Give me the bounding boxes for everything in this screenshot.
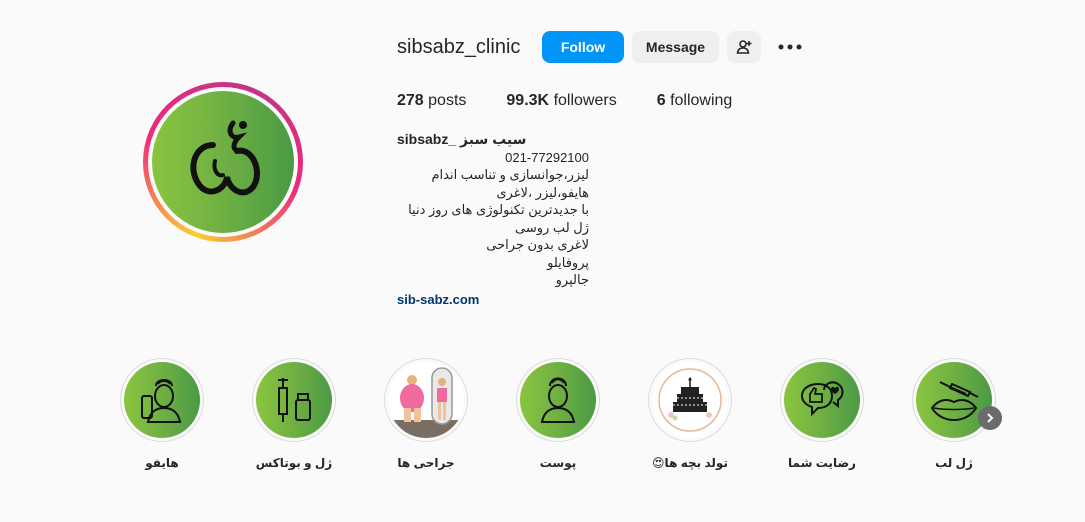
following-stat[interactable]: 6 following — [657, 92, 733, 110]
profile-bio: sibsabz_ سیب سبز 021-77292100 لیزر،جوانس… — [397, 131, 589, 308]
highlight-item[interactable]: رضایت شما — [772, 358, 872, 470]
bio-line: هایفو،لیزر ،لاغری — [496, 184, 589, 200]
highlight-ring — [252, 358, 336, 442]
message-button[interactable]: Message — [632, 31, 719, 63]
profile-stats: 278 posts 99.3K followers 6 following — [397, 92, 772, 110]
followers-stat[interactable]: 99.3K followers — [506, 92, 616, 110]
highlight-label: تولد بچه ها😍 — [652, 456, 728, 470]
highlight-label: هایفو — [145, 456, 179, 470]
avatar-border — [148, 87, 298, 237]
face-profile-icon — [540, 377, 576, 423]
sibsabz-logo-icon — [190, 120, 260, 196]
bio-line: لیزر،جوانسازی و تناسب اندام — [431, 167, 589, 182]
highlight-label: ژل و بوتاکس — [255, 456, 333, 470]
highlight-label: رضایت شما — [788, 456, 856, 470]
bio-line: پروفایلو — [547, 254, 589, 270]
highlight-cover — [256, 362, 332, 438]
add-user-icon — [736, 40, 752, 54]
following-count: 6 — [656, 92, 666, 109]
posts-label: posts — [428, 92, 467, 109]
highlight-item[interactable]: هایفو — [112, 358, 212, 470]
bio-line: لاغری بدون جراحی — [486, 237, 589, 252]
highlight-cover — [388, 362, 464, 438]
profile-avatar-ring[interactable] — [143, 82, 303, 242]
thumbs-up-heart-icon — [800, 381, 844, 417]
highlight-ring — [384, 358, 468, 442]
highlight-item[interactable]: جراحی ها — [376, 358, 476, 470]
highlight-item[interactable]: پوست — [508, 358, 608, 470]
highlight-cover — [124, 362, 200, 438]
more-options-icon — [778, 44, 802, 50]
before-after-photo — [388, 367, 464, 438]
lips-syringe-icon — [930, 381, 979, 422]
avatar[interactable] — [152, 91, 294, 233]
profile-username: sibsabz_clinic — [397, 36, 521, 58]
follow-button[interactable]: Follow — [542, 31, 624, 63]
posts-count: 278 — [397, 92, 424, 109]
bio-display-name: sibsabz_ سیب سبز — [397, 131, 527, 147]
bio-website-link[interactable]: sib-sabz.com — [397, 291, 589, 309]
highlight-ring — [120, 358, 204, 442]
highlight-ring — [516, 358, 600, 442]
face-device-icon — [141, 379, 182, 423]
posts-stat: 278 posts — [397, 92, 466, 110]
highlight-label: جراحی ها — [397, 456, 455, 470]
highlight-cover — [652, 362, 728, 438]
followers-label: followers — [553, 92, 617, 109]
story-highlights: هایفو ژل و بوتاکس جراحی ها پوست تولد بچه… — [0, 358, 1085, 498]
highlight-ring — [912, 358, 996, 442]
highlights-next-button[interactable] — [978, 406, 1002, 430]
highlight-item[interactable]: تولد بچه ها😍 — [640, 358, 740, 470]
highlight-item[interactable]: ژل و بوتاکس — [244, 358, 344, 470]
highlight-cover — [784, 362, 860, 438]
highlight-cover — [916, 362, 992, 438]
highlight-label: پوست — [539, 456, 577, 470]
bio-line: با جدیدترین تکنولوژی های روز دنیا — [408, 202, 589, 217]
highlight-ring — [780, 358, 864, 442]
more-options-button[interactable] — [776, 33, 804, 61]
highlight-ring — [648, 358, 732, 442]
highlight-label: ژل لب — [935, 456, 973, 470]
suggest-users-button[interactable] — [727, 31, 761, 63]
bio-line: ژل لب روسی — [515, 219, 589, 235]
chevron-right-icon — [987, 413, 994, 423]
cake-icon — [658, 368, 722, 432]
syringe-vial-icon — [278, 378, 311, 422]
highlight-cover — [520, 362, 596, 438]
bio-line: جالپرو — [555, 272, 589, 287]
followers-count: 99.3K — [506, 92, 550, 109]
following-label: following — [670, 92, 733, 109]
bio-phone: 021-77292100 — [505, 149, 589, 165]
